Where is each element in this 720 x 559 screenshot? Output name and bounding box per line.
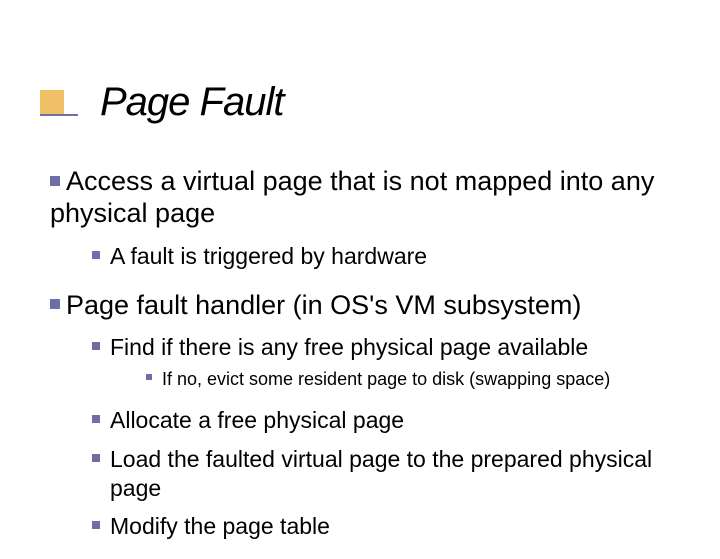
bullet-icon	[50, 176, 60, 186]
list-item: Page fault handler (in OS's VM subsystem…	[50, 289, 690, 542]
bullet-icon	[146, 374, 152, 380]
page-title: Page Fault	[100, 80, 283, 125]
list-item: Access a virtual page that is not mapped…	[50, 165, 690, 271]
bullet-icon	[92, 521, 100, 529]
accent-square-icon	[40, 90, 64, 114]
l1-text: Access a virtual page that is not mapped…	[50, 166, 654, 228]
bullet-icon	[92, 454, 100, 462]
content-body: Access a virtual page that is not mapped…	[50, 165, 690, 559]
l2-text: Find if there is any free physical page …	[110, 334, 588, 360]
l3-text: If no, evict some resident page to disk …	[162, 368, 610, 391]
title-block: Page Fault	[40, 68, 680, 158]
list-item: Allocate a free physical page	[92, 406, 690, 435]
bullet-icon	[92, 415, 100, 423]
l1-text: Page fault handler (in OS's VM subsystem…	[66, 290, 581, 320]
l2-text: Modify the page table	[110, 512, 330, 541]
bullet-icon	[50, 299, 60, 309]
bullet-icon	[92, 342, 100, 350]
list-item: If no, evict some resident page to disk …	[146, 368, 690, 391]
list-item: Find if there is any free physical page …	[92, 333, 690, 396]
list-item: A fault is triggered by hardware	[92, 242, 690, 271]
l2-text: Allocate a free physical page	[110, 406, 404, 435]
slide: Page Fault Access a virtual page that is…	[0, 0, 720, 540]
list-item: Load the faulted virtual page to the pre…	[92, 445, 690, 503]
accent-rule-icon	[40, 114, 78, 116]
bullet-icon	[92, 251, 100, 259]
l2-text: Load the faulted virtual page to the pre…	[110, 445, 690, 503]
l2-text: A fault is triggered by hardware	[110, 242, 427, 271]
list-item: Modify the page table	[92, 512, 690, 541]
